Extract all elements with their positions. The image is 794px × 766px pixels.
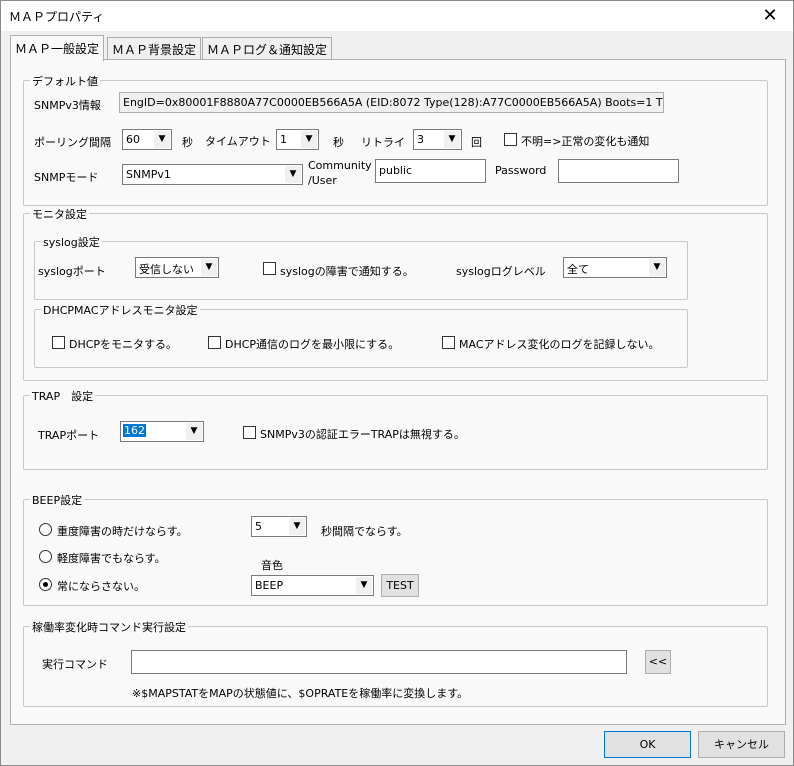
- trap-settings-group: TRAP 設定 TRAPポート 162 ▼ SNMPv3の認証エラーTRAPは無…: [23, 388, 768, 470]
- timeout-value: 1: [280, 133, 287, 146]
- polling-interval-select[interactable]: 60 ▼: [122, 129, 172, 150]
- trap-port-select[interactable]: 162 ▼: [120, 421, 204, 442]
- polling-interval-label: ポーリング間隔: [34, 136, 111, 149]
- dhcp-minlog-checkbox[interactable]: [208, 336, 221, 349]
- snmpv3-info-field[interactable]: EngID=0x80001F8880A77C0000EB566A5A (EID:…: [119, 92, 664, 113]
- title-bar: ＭＡＰプロパティ ✕: [1, 1, 793, 31]
- default-values-group: デフォルト値 SNMPv3情報 EngID=0x80001F8880A77C00…: [23, 73, 768, 206]
- community-label: Community: [308, 159, 372, 172]
- close-icon[interactable]: ✕: [747, 1, 793, 31]
- chevron-down-icon: ▼: [186, 423, 202, 440]
- chevron-down-icon: ▼: [285, 166, 301, 183]
- sound-value: BEEP: [255, 579, 284, 592]
- mac-nolog-label: MACアドレス変化のログを記録しない。: [459, 338, 660, 351]
- dhcp-monitor-checkbox[interactable]: [52, 336, 65, 349]
- beep-never-label: 常にならさない。: [57, 580, 145, 593]
- community-input[interactable]: public: [375, 159, 486, 183]
- beep-severe-only-label: 重度障害の時だけならす。: [57, 525, 188, 538]
- tab-log-notify[interactable]: ＭＡＰログ＆通知設定: [202, 37, 333, 59]
- community-value: public: [379, 164, 413, 177]
- syslog-level-label: syslogログレベル: [456, 265, 546, 278]
- chevron-down-icon: ▼: [201, 259, 217, 276]
- dhcp-mac-monitor-legend: DHCPMACアドレスモニタ設定: [41, 302, 200, 318]
- monitor-settings-legend: モニタ設定: [30, 206, 89, 222]
- chevron-down-icon: ▼: [444, 131, 460, 148]
- trap-ignore-auth-checkbox[interactable]: [243, 426, 256, 439]
- syslog-level-select[interactable]: 全て ▼: [563, 257, 667, 278]
- mac-nolog-checkbox[interactable]: [442, 336, 455, 349]
- trap-port-label: TRAPポート: [38, 429, 100, 442]
- tab-panel-general: デフォルト値 SNMPv3情報 EngID=0x80001F8880A77C00…: [10, 59, 786, 725]
- monitor-settings-group: モニタ設定 syslog設定 syslogポート 受信しない ▼ syslogの…: [23, 206, 768, 381]
- beep-interval-select[interactable]: 5 ▼: [251, 516, 307, 537]
- beep-interval-value: 5: [255, 520, 262, 533]
- tab-background[interactable]: ＭＡＰ背景設定: [107, 37, 202, 59]
- chevron-down-icon: ▼: [154, 131, 170, 148]
- syslog-port-label: syslogポート: [38, 265, 106, 278]
- cancel-button[interactable]: キャンセル: [698, 731, 785, 758]
- dhcp-minlog-label: DHCP通信のログを最小限にする。: [225, 338, 400, 351]
- chevron-down-icon: ▼: [289, 518, 305, 535]
- chevron-down-icon: ▼: [649, 259, 665, 276]
- retry-value: 3: [417, 133, 424, 146]
- snmp-mode-value: SNMPv1: [126, 168, 171, 181]
- browse-command-button[interactable]: <<: [645, 650, 671, 674]
- unknown-to-normal-checkbox[interactable]: [504, 133, 517, 146]
- trap-settings-legend: TRAP 設定: [30, 388, 96, 404]
- retry-select[interactable]: 3 ▼: [413, 129, 462, 150]
- beep-settings-group: BEEP設定 重度障害の時だけならす。 軽度障害でもならす。 常にならさない。 …: [23, 492, 768, 606]
- beep-severe-only-radio[interactable]: [39, 523, 52, 536]
- unknown-to-normal-label: 不明=>正常の変化も通知: [521, 135, 650, 148]
- beep-never-radio[interactable]: [39, 578, 52, 591]
- dhcp-mac-monitor-group: DHCPMACアドレスモニタ設定 DHCPをモニタする。 DHCP通信のログを最…: [34, 302, 688, 368]
- polling-interval-value: 60: [126, 133, 140, 146]
- syslog-settings-legend: syslog設定: [41, 234, 102, 250]
- password-label: Password: [495, 164, 547, 177]
- snmpv3-info-label: SNMPv3情報: [34, 99, 101, 112]
- command-settings-legend: 稼働率変化時コマンド実行設定: [30, 619, 188, 635]
- syslog-port-value: 受信しない: [139, 263, 194, 276]
- beep-minor-too-radio[interactable]: [39, 550, 52, 563]
- community-user-label: /User: [308, 174, 337, 187]
- exec-command-input[interactable]: [131, 650, 627, 674]
- window-title: ＭＡＰプロパティ: [9, 10, 105, 24]
- beep-minor-too-label: 軽度障害でもならす。: [57, 552, 166, 565]
- sound-label: 音色: [261, 559, 283, 572]
- dhcp-monitor-label: DHCPをモニタする。: [69, 338, 178, 351]
- snmp-mode-label: SNMPモード: [34, 171, 99, 184]
- beep-settings-legend: BEEP設定: [30, 492, 85, 508]
- command-note: ※$MAPSTATをMAPの状態値に、$OPRATEを稼働率に変換します。: [132, 687, 469, 700]
- beep-interval-label: 秒間隔でならす。: [321, 525, 408, 538]
- chevron-down-icon: ▼: [301, 131, 317, 148]
- trap-port-value: 162: [123, 424, 146, 437]
- test-button[interactable]: TEST: [381, 574, 419, 597]
- syslog-settings-group: syslog設定 syslogポート 受信しない ▼ syslogの障害で通知す…: [34, 234, 688, 300]
- timeout-label: タイムアウト: [205, 135, 271, 148]
- map-properties-dialog: ＭＡＰプロパティ ✕ ＭＡＰ一般設定 ＭＡＰ背景設定 ＭＡＰログ＆通知設定 デフ…: [0, 0, 794, 766]
- default-values-legend: デフォルト値: [30, 73, 100, 89]
- syslog-port-select[interactable]: 受信しない ▼: [135, 257, 219, 278]
- command-settings-group: 稼働率変化時コマンド実行設定 実行コマンド << ※$MAPSTATをMAPの状…: [23, 619, 768, 707]
- radio-dot-icon: [43, 582, 48, 587]
- snmpv3-info-value: EngID=0x80001F8880A77C0000EB566A5A (EID:…: [123, 96, 664, 109]
- timeout-select[interactable]: 1 ▼: [276, 129, 319, 150]
- snmp-mode-select[interactable]: SNMPv1 ▼: [122, 164, 303, 185]
- password-input[interactable]: [558, 159, 679, 183]
- syslog-notify-label: syslogの障害で通知する。: [280, 265, 414, 278]
- exec-command-label: 実行コマンド: [42, 658, 108, 671]
- syslog-level-value: 全て: [567, 263, 589, 276]
- trap-ignore-auth-label: SNMPv3の認証エラーTRAPは無視する。: [260, 428, 465, 441]
- ok-button[interactable]: OK: [604, 731, 691, 758]
- sound-select[interactable]: BEEP ▼: [251, 575, 374, 596]
- retry-unit-label: 回: [471, 136, 482, 149]
- tab-general[interactable]: ＭＡＰ一般設定: [10, 35, 105, 61]
- retry-label: リトライ: [361, 136, 405, 149]
- timeout-sec-label: 秒: [333, 136, 344, 149]
- polling-sec-label: 秒: [182, 136, 193, 149]
- chevron-down-icon: ▼: [356, 577, 372, 594]
- syslog-notify-checkbox[interactable]: [263, 262, 276, 275]
